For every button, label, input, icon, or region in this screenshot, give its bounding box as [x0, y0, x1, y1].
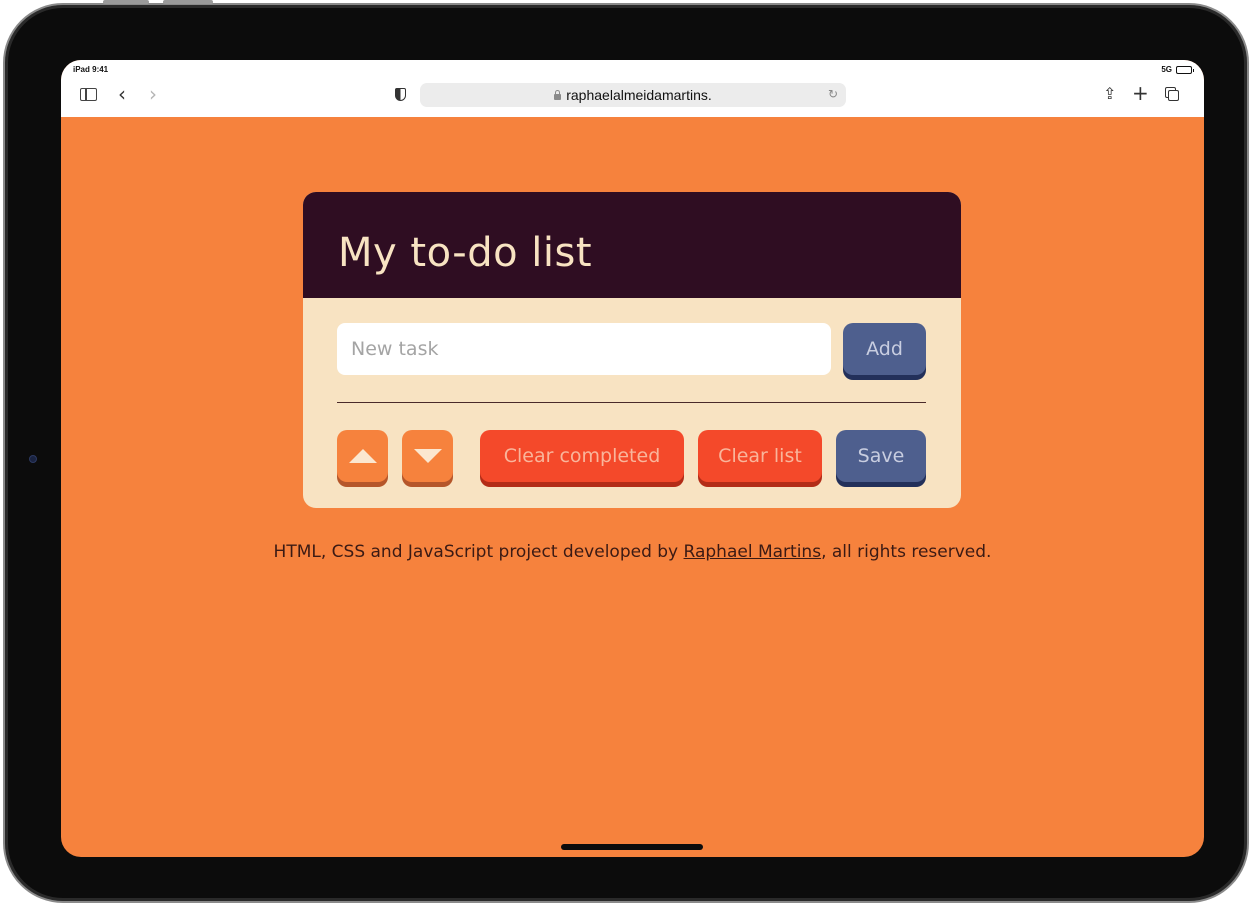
reload-icon[interactable]: ↻ [828, 87, 838, 101]
footer-suffix: , all rights reserved. [821, 542, 992, 562]
plus-icon[interactable]: + [1132, 81, 1149, 105]
battery-icon [1176, 65, 1194, 74]
page-title: My to-do list [338, 230, 593, 276]
forward-icon[interactable]: › [149, 84, 157, 104]
footer-text: HTML, CSS and JavaScript project develop… [61, 542, 1204, 562]
footer-prefix: HTML, CSS and JavaScript project develop… [273, 542, 684, 562]
save-button[interactable]: Save [836, 430, 926, 482]
sidebar-icon[interactable] [80, 88, 97, 101]
todo-card: My to-do list Add Clear completed Clear … [303, 192, 961, 508]
clear-list-button[interactable]: Clear list [698, 430, 822, 482]
status-indicators: 5G [1161, 65, 1194, 74]
camera [29, 455, 37, 463]
volume-down-button [163, 0, 213, 4]
tabs-icon[interactable] [1165, 87, 1179, 101]
arrow-down-icon [413, 449, 442, 463]
back-icon[interactable]: ‹ [118, 84, 126, 104]
author-link[interactable]: Raphael Martins [684, 542, 822, 562]
clear-completed-button[interactable]: Clear completed [480, 430, 684, 482]
browser-toolbar: iPad 9:41 5G ‹ › raphaelalmeidamartins. … [61, 60, 1204, 117]
new-task-input[interactable] [337, 323, 831, 375]
home-indicator[interactable] [561, 844, 703, 850]
card-header: My to-do list [303, 192, 961, 298]
ipad-frame: iPad 9:41 5G ‹ › raphaelalmeidamartins. … [3, 3, 1249, 903]
move-down-button[interactable] [402, 430, 453, 482]
shield-icon[interactable] [395, 88, 406, 101]
add-button[interactable]: Add [843, 323, 926, 375]
network-label: 5G [1161, 65, 1172, 74]
arrow-up-icon [348, 449, 377, 463]
url-text: raphaelalmeidamartins. [566, 87, 712, 103]
volume-up-button [103, 0, 149, 4]
lock-icon [554, 90, 562, 100]
move-up-button[interactable] [337, 430, 388, 482]
divider [337, 402, 926, 403]
address-bar[interactable]: raphaelalmeidamartins. ↻ [420, 83, 846, 107]
status-time: iPad 9:41 [73, 65, 109, 74]
share-icon[interactable]: ⇪ [1103, 84, 1116, 103]
screen: iPad 9:41 5G ‹ › raphaelalmeidamartins. … [61, 60, 1204, 857]
